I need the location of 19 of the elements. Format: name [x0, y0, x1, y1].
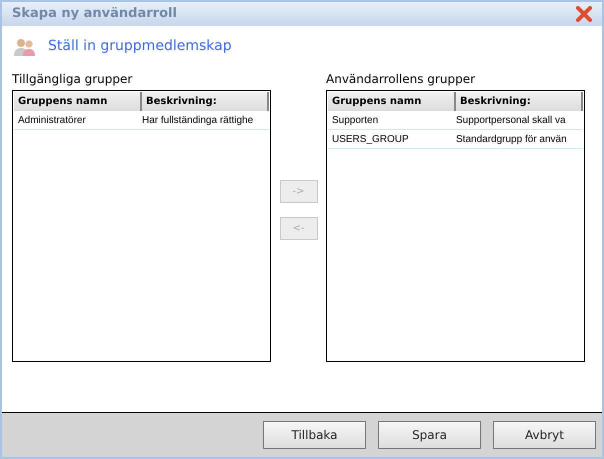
table-cell-text: Standardgrupp för använ — [455, 132, 567, 146]
table-cell-text: USERS_GROUP — [331, 132, 410, 146]
dialog-button[interactable]: Tillbaka — [263, 421, 366, 449]
table-cell-text: Har fullständinga rättighe — [141, 114, 254, 128]
column-header[interactable]: Beskrivning: — [142, 92, 269, 111]
list-label: Tillgängliga grupper — [12, 73, 134, 85]
table-cell-text: Administratörer — [17, 114, 87, 128]
close-icon[interactable] — [576, 6, 592, 22]
column-header[interactable]: Gruppens namn — [14, 92, 142, 111]
column-header[interactable]: Beskrivning: — [456, 92, 583, 111]
section-heading: Ställ in gruppmedlemskap — [48, 37, 232, 56]
users-icon — [14, 36, 36, 56]
table-cell-text: Supporten — [331, 114, 380, 128]
column-header[interactable]: Gruppens namn — [328, 92, 456, 111]
dialog-button[interactable]: Spara — [378, 421, 481, 449]
table-cell-text: Supportpersonal skall va — [455, 114, 566, 128]
window-title: Skapa ny användarroll — [12, 5, 177, 24]
list-label: Användarrollens grupper — [326, 73, 476, 85]
dialog-button[interactable]: Avbryt — [493, 421, 596, 449]
